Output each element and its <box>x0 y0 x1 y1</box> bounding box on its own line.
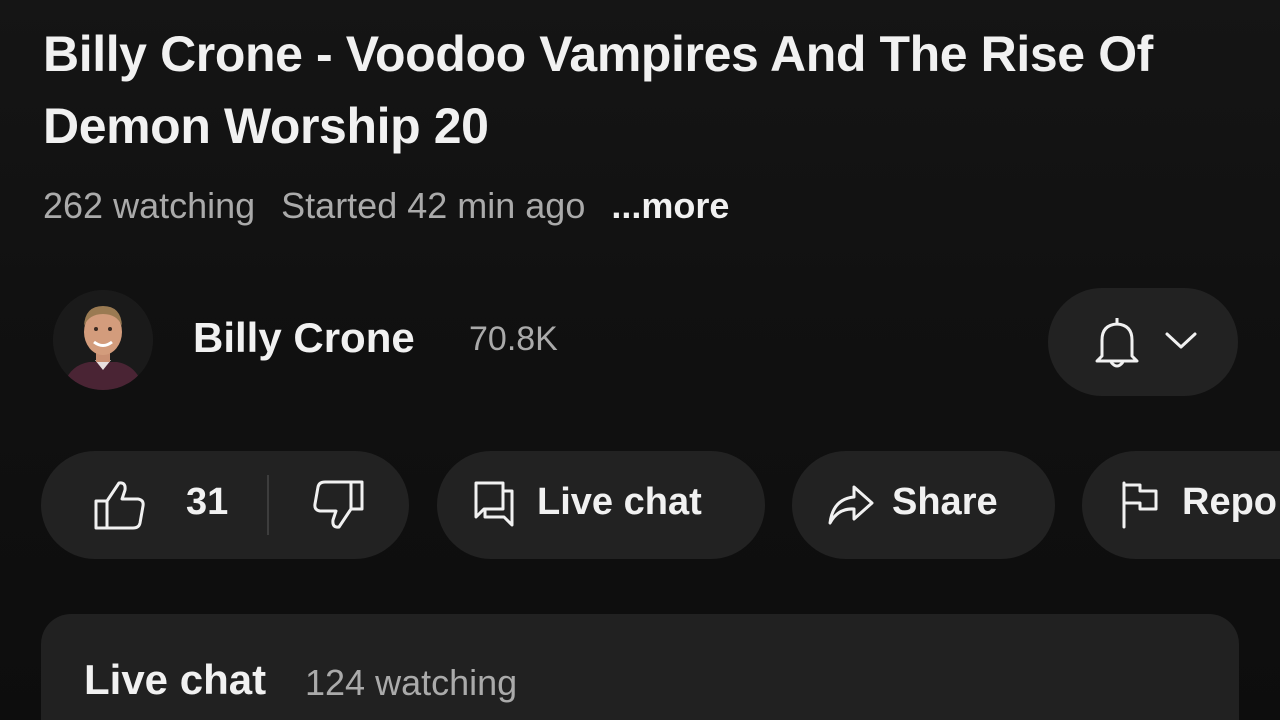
thumbs-up-icon <box>94 481 145 530</box>
report-label: Repo <box>1182 481 1277 523</box>
live-chat-panel[interactable]: Live chat 124 watching <box>41 614 1239 720</box>
share-icon <box>828 485 874 525</box>
notification-settings-button[interactable] <box>1048 288 1238 396</box>
share-label: Share <box>892 481 998 523</box>
flag-icon <box>1122 481 1158 529</box>
share-button[interactable]: Share <box>792 451 1055 559</box>
live-chat-panel-title: Live chat <box>84 656 267 703</box>
dislike-button[interactable] <box>269 451 409 559</box>
video-details-page: Billy Crone - Voodoo Vampires And The Ri… <box>0 0 1280 720</box>
video-meta[interactable]: 262 watching Started 42 min ago ...more <box>43 182 729 230</box>
like-dislike-group: 31 <box>41 451 409 559</box>
viewer-count: 262 watching <box>43 185 256 226</box>
channel-name[interactable]: Billy Crone <box>193 314 415 362</box>
channel-row: Billy Crone 70.8K <box>43 288 1238 398</box>
more-link[interactable]: ...more <box>611 185 729 227</box>
action-bar: 31 Live chat Share Repo <box>41 451 1280 559</box>
like-count: 31 <box>186 481 229 523</box>
live-chat-button[interactable]: Live chat <box>437 451 765 559</box>
chat-icon <box>474 481 514 527</box>
video-title: Billy Crone - Voodoo Vampires And The Ri… <box>43 26 1153 154</box>
like-button[interactable]: 31 <box>41 451 267 559</box>
live-chat-watching-count: 124 watching <box>305 662 518 703</box>
chevron-down-icon <box>1165 332 1197 349</box>
bell-icon <box>1095 318 1139 368</box>
subscriber-count: 70.8K <box>469 320 558 358</box>
thumbs-down-icon <box>313 480 364 529</box>
stream-started: Started 42 min ago <box>281 185 586 226</box>
channel-avatar[interactable] <box>53 290 153 390</box>
report-button[interactable]: Repo <box>1082 451 1280 559</box>
avatar-image <box>53 290 153 390</box>
live-chat-label: Live chat <box>537 481 702 523</box>
